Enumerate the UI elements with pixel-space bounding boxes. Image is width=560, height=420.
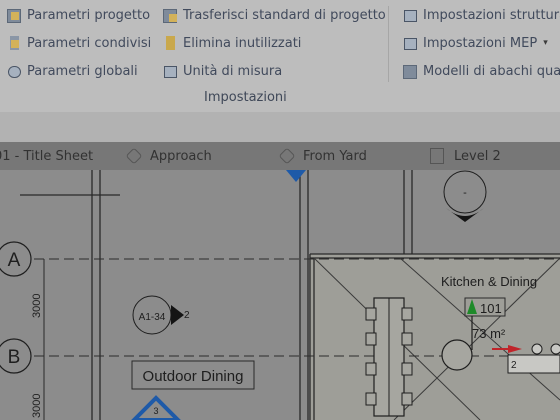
project-parameters-label: Parametri progetto xyxy=(27,7,151,23)
project-parameters-button[interactable]: Parametri progetto xyxy=(6,4,150,26)
units-icon xyxy=(162,63,178,79)
small-tag-text: 2 xyxy=(511,360,517,371)
global-parameters-icon xyxy=(6,63,22,79)
units-label: Unità di misura xyxy=(183,63,283,79)
dimension-text-2: 3000 xyxy=(31,394,43,418)
callout-number: 2 xyxy=(184,310,190,321)
shared-parameters-icon xyxy=(6,35,22,51)
view-tab-bar: 01 - Title Sheet Approach From Yard Leve… xyxy=(0,142,560,170)
global-parameters-button[interactable]: Parametri globali xyxy=(6,60,138,82)
room-area: 73 m² xyxy=(472,326,506,341)
sheet-icon xyxy=(430,148,444,164)
tab-approach[interactable]: Approach xyxy=(125,142,212,170)
elevation-number: 3 xyxy=(153,406,158,416)
project-parameters-icon xyxy=(6,7,22,23)
tab-label: From Yard xyxy=(303,148,367,164)
structural-settings-label: Impostazioni struttura xyxy=(423,7,560,23)
view-marker-icon xyxy=(286,170,306,182)
tab-label: Level 2 xyxy=(454,148,501,164)
transfer-standards-icon xyxy=(162,7,178,23)
purge-unused-button[interactable]: Elimina inutilizzati xyxy=(162,32,301,54)
purge-unused-icon xyxy=(162,35,178,51)
schedule-templates-label: Modelli di abachi qua xyxy=(423,63,560,79)
outdoor-dining-label: Outdoor Dining xyxy=(143,368,244,385)
3d-view-icon xyxy=(125,147,143,165)
tab-title-sheet[interactable]: 01 - Title Sheet xyxy=(0,142,93,170)
shared-parameters-label: Parametri condivisi xyxy=(27,35,152,51)
callout-sheet: A1-34 xyxy=(139,312,166,323)
ribbon-separator xyxy=(388,6,389,82)
callout-arrow-icon xyxy=(171,305,184,325)
schedule-templates-button[interactable]: Modelli di abachi qua xyxy=(402,60,560,82)
ribbon: Parametri progetto Parametri condivisi P… xyxy=(0,0,560,142)
tab-label: 01 - Title Sheet xyxy=(0,148,94,164)
small-circle-icon xyxy=(531,343,543,355)
dimension-text-1: 3000 xyxy=(31,294,43,318)
structural-settings-icon xyxy=(402,7,418,23)
dining-table xyxy=(373,297,405,417)
shared-parameters-button[interactable]: Parametri condivisi xyxy=(6,32,151,54)
ribbon-group-label: Impostazioni xyxy=(204,90,287,105)
mep-settings-icon xyxy=(402,35,418,51)
tab-label: Approach xyxy=(150,148,212,164)
units-button[interactable]: Unità di misura xyxy=(162,60,282,82)
room-number: 101 xyxy=(480,301,502,316)
tab-from-yard[interactable]: From Yard xyxy=(278,142,367,170)
grid-label-b: B xyxy=(8,347,21,368)
room-name: Kitchen & Dining xyxy=(441,274,537,289)
3d-view-icon xyxy=(278,147,296,165)
tab-level-2[interactable]: Level 2 xyxy=(430,142,501,170)
ribbon-bottom-strip xyxy=(0,112,560,142)
drawing-canvas[interactable]: A B 3000 3000 A1-34 2 Outdoor Dining 3 -… xyxy=(0,170,560,420)
schedule-templates-icon xyxy=(402,63,418,79)
transfer-standards-button[interactable]: Trasferisci standard di progetto xyxy=(162,4,386,26)
global-parameters-label: Parametri globali xyxy=(27,63,138,79)
elevation-tag-label: - xyxy=(463,187,467,199)
transfer-standards-label: Trasferisci standard di progetto xyxy=(183,7,386,23)
grid-label-a: A xyxy=(8,250,21,271)
purge-unused-label: Elimina inutilizzati xyxy=(183,35,302,51)
structural-settings-button[interactable]: Impostazioni struttura xyxy=(402,4,560,26)
round-table xyxy=(441,339,473,371)
mep-settings-label: Impostazioni MEP xyxy=(423,35,538,51)
small-circle-icon xyxy=(550,343,560,355)
mep-settings-dropdown[interactable]: Impostazioni MEP ▾ xyxy=(402,32,548,54)
floor-plan: A B 3000 3000 A1-34 2 Outdoor Dining 3 -… xyxy=(0,170,560,420)
chevron-down-icon: ▾ xyxy=(543,38,548,48)
